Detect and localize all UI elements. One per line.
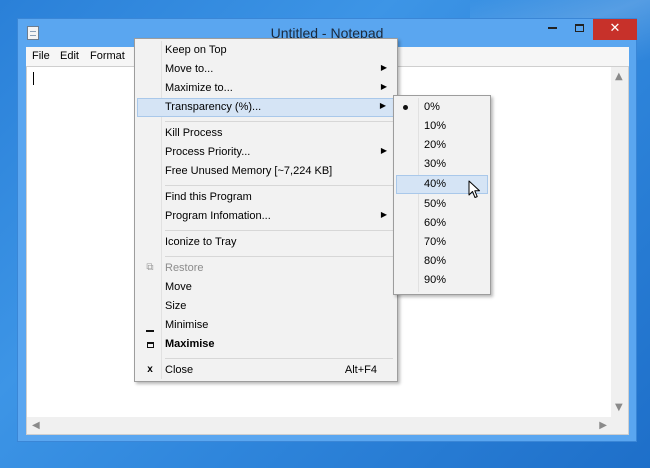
menu-item-label: Kill Process bbox=[165, 127, 223, 139]
horizontal-scrollbar[interactable]: ◀ ▶ bbox=[27, 417, 612, 434]
menu-item-label: Iconize to Tray bbox=[165, 236, 237, 248]
transparency-option-label: 20% bbox=[424, 139, 447, 151]
maximize-button[interactable] bbox=[566, 19, 593, 40]
close-button[interactable]: ✕ bbox=[593, 19, 637, 40]
menu-item-label: Maximize to... bbox=[165, 82, 233, 94]
submenu-arrow-icon: ▶ bbox=[380, 63, 387, 72]
transparency-option-60[interactable]: 60% bbox=[396, 214, 488, 233]
transparency-option-20[interactable]: 20% bbox=[396, 136, 488, 155]
menu-separator bbox=[165, 185, 393, 186]
maximize-icon bbox=[144, 340, 156, 351]
menu-item-label: Transparency (%)... bbox=[165, 101, 262, 113]
menu-item-shortcut: Alt+F4 bbox=[344, 364, 377, 376]
menu-item-free-memory[interactable]: Free Unused Memory [~7,224 KB] bbox=[137, 162, 395, 181]
transparency-option-label: 90% bbox=[424, 274, 447, 286]
menu-item-transparency[interactable]: Transparency (%)... ▶ bbox=[137, 98, 395, 117]
menu-item-minimise[interactable]: Minimise bbox=[137, 316, 395, 335]
transparency-option-label: 60% bbox=[424, 217, 447, 229]
scroll-down-icon[interactable]: ▼ bbox=[615, 403, 623, 413]
menu-item-iconize-to-tray[interactable]: Iconize to Tray bbox=[137, 233, 395, 252]
resize-grip[interactable] bbox=[611, 417, 628, 434]
menu-item-label: Free Unused Memory [~7,224 KB] bbox=[165, 165, 333, 177]
menu-item-program-information[interactable]: Program Infomation... ▶ bbox=[137, 207, 395, 226]
menu-item-label: Keep on Top bbox=[165, 44, 227, 56]
submenu-arrow-icon: ▶ bbox=[380, 146, 387, 155]
menu-item-label: Size bbox=[165, 300, 187, 312]
transparency-option-30[interactable]: 30% bbox=[396, 155, 488, 174]
transparency-option-90[interactable]: 90% bbox=[396, 271, 488, 290]
scroll-up-icon[interactable]: ▲ bbox=[615, 72, 623, 82]
menu-item-maximize-to[interactable]: Maximize to... ▶ bbox=[137, 79, 395, 98]
scroll-left-icon[interactable]: ◀ bbox=[32, 421, 40, 431]
transparency-option-label: 80% bbox=[424, 255, 447, 267]
menu-item-label: Move bbox=[165, 281, 192, 293]
transparency-option-label: 40% bbox=[424, 178, 447, 190]
transparency-option-80[interactable]: 80% bbox=[396, 252, 488, 271]
mouse-pointer-icon bbox=[468, 180, 480, 198]
submenu-arrow-icon: ▶ bbox=[379, 101, 386, 110]
menu-item-close[interactable]: x Close Alt+F4 bbox=[137, 361, 395, 380]
menu-item-find-program[interactable]: Find this Program bbox=[137, 188, 395, 207]
menu-file[interactable]: File bbox=[32, 50, 50, 62]
text-caret bbox=[33, 72, 34, 85]
minimize-icon bbox=[548, 27, 557, 29]
menu-item-label: Find this Program bbox=[165, 191, 252, 203]
transparency-option-label: 10% bbox=[424, 120, 447, 132]
transparency-option-70[interactable]: 70% bbox=[396, 233, 488, 252]
menu-format[interactable]: Format bbox=[90, 50, 125, 62]
menu-item-keep-on-top[interactable]: Keep on Top bbox=[137, 41, 395, 60]
transparency-option-10[interactable]: 10% bbox=[396, 117, 488, 136]
menu-item-label: Process Priority... bbox=[165, 146, 251, 158]
transparency-option-label: 50% bbox=[424, 198, 447, 210]
menu-item-label: Program Infomation... bbox=[165, 210, 271, 222]
restore-icon: ⧉ bbox=[146, 262, 154, 273]
menu-separator bbox=[165, 230, 393, 231]
menu-item-label: Close bbox=[165, 364, 194, 376]
menu-edit[interactable]: Edit bbox=[60, 50, 79, 62]
menu-item-maximise[interactable]: Maximise bbox=[137, 335, 395, 354]
menu-separator bbox=[165, 358, 393, 359]
vertical-scrollbar[interactable]: ▲ ▼ bbox=[611, 67, 628, 418]
selected-bullet-icon bbox=[403, 105, 408, 110]
maximize-icon bbox=[575, 23, 584, 32]
menu-item-size[interactable]: Size bbox=[137, 297, 395, 316]
window-context-menu: Keep on Top Move to... ▶ Maximize to... … bbox=[134, 38, 398, 382]
menu-separator bbox=[165, 121, 393, 122]
menu-item-label: Minimise bbox=[165, 319, 209, 331]
transparency-option-label: 30% bbox=[424, 158, 447, 170]
menu-separator bbox=[165, 256, 393, 257]
menu-item-process-priority[interactable]: Process Priority... ▶ bbox=[137, 143, 395, 162]
submenu-arrow-icon: ▶ bbox=[380, 82, 387, 91]
minimize-icon bbox=[144, 324, 156, 335]
transparency-option-label: 70% bbox=[424, 236, 447, 248]
submenu-arrow-icon: ▶ bbox=[380, 210, 387, 219]
menu-item-kill-process[interactable]: Kill Process bbox=[137, 124, 395, 143]
scroll-right-icon[interactable]: ▶ bbox=[599, 421, 607, 431]
menu-item-move[interactable]: Move bbox=[137, 278, 395, 297]
menu-item-label: Maximise bbox=[165, 338, 215, 350]
transparency-option-0[interactable]: 0% bbox=[396, 98, 488, 117]
close-icon: x bbox=[147, 364, 153, 375]
menu-item-label: Move to... bbox=[165, 63, 214, 75]
minimize-button[interactable] bbox=[539, 19, 566, 40]
transparency-option-label: 0% bbox=[424, 101, 440, 113]
menu-item-move-to[interactable]: Move to... ▶ bbox=[137, 60, 395, 79]
close-icon: ✕ bbox=[609, 21, 621, 36]
menu-item-label: Restore bbox=[165, 262, 204, 274]
menu-item-restore: ⧉ Restore bbox=[137, 259, 395, 278]
